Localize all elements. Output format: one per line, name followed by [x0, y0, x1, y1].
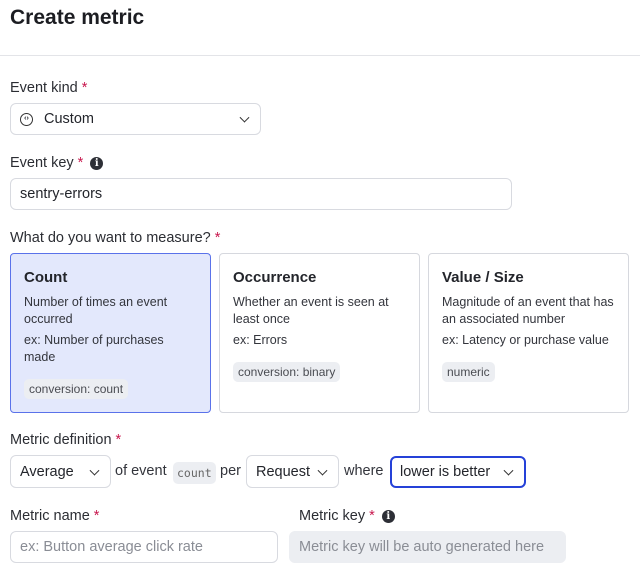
chevron-down-icon — [503, 465, 514, 476]
info-icon[interactable]: i — [381, 510, 395, 523]
metric-name-placeholder: ex: Button average click rate — [20, 539, 203, 555]
chevron-down-icon — [89, 465, 100, 476]
aggregate-value: Average — [20, 463, 74, 480]
option-title: Occurrence — [233, 269, 317, 286]
measure-option-count[interactable]: Count Number of times an event occurred … — [10, 253, 211, 413]
header-divider — [0, 55, 640, 56]
event-key-value: sentry-errors — [20, 186, 103, 202]
per-text: per — [220, 463, 241, 479]
aggregate-select[interactable]: Average — [10, 455, 111, 488]
chevron-down-icon — [239, 112, 250, 123]
event-type-code: count — [173, 462, 216, 484]
option-description: Number of times an event occurred — [24, 295, 168, 326]
option-tag: numeric — [442, 362, 495, 382]
where-text: where — [344, 463, 384, 479]
measure-label: What do you want to measure? * — [10, 230, 221, 246]
option-tag: conversion: binary — [233, 362, 341, 382]
event-key-input[interactable]: sentry-errors — [10, 178, 512, 210]
metric-definition-label: Metric definition * — [10, 432, 122, 448]
metric-name-input[interactable]: ex: Button average click rate — [10, 531, 278, 563]
measure-option-occurrence[interactable]: Occurrence Whether an event is seen at l… — [219, 253, 420, 413]
option-example: ex: Latency or purchase value — [442, 333, 609, 347]
metric-key-label: Metric key * i — [299, 508, 395, 524]
unit-select[interactable]: Request — [246, 455, 339, 488]
option-example: ex: Number of purchases made — [24, 333, 164, 364]
event-kind-label: Event kind * — [10, 80, 88, 96]
option-description: Magnitude of an event that has an associ… — [442, 295, 614, 326]
measure-option-value-size[interactable]: Value / Size Magnitude of an event that … — [428, 253, 629, 413]
metric-key-placeholder: Metric key will be auto generated here — [299, 539, 545, 555]
of-event-text: of event — [115, 463, 167, 479]
metric-key-input: Metric key will be auto generated here — [289, 531, 566, 563]
direction-select[interactable]: lower is better — [390, 456, 526, 488]
event-kind-value: Custom — [44, 111, 94, 127]
page-title: Create metric — [10, 6, 145, 29]
option-description: Whether an event is seen at least once — [233, 295, 389, 326]
event-kind-select[interactable]: ‹› Custom — [10, 103, 261, 135]
event-key-label: Event key * i — [10, 155, 104, 171]
unit-value: Request — [256, 463, 311, 480]
code-circle-icon: ‹› — [20, 112, 33, 126]
option-title: Count — [24, 269, 68, 286]
option-title: Value / Size — [442, 269, 524, 286]
direction-value: lower is better — [400, 464, 491, 480]
option-example: ex: Errors — [233, 333, 288, 347]
metric-name-label: Metric name * — [10, 508, 100, 524]
info-icon[interactable]: i — [90, 157, 104, 170]
chevron-down-icon — [317, 465, 328, 476]
option-tag: conversion: count — [24, 379, 129, 399]
